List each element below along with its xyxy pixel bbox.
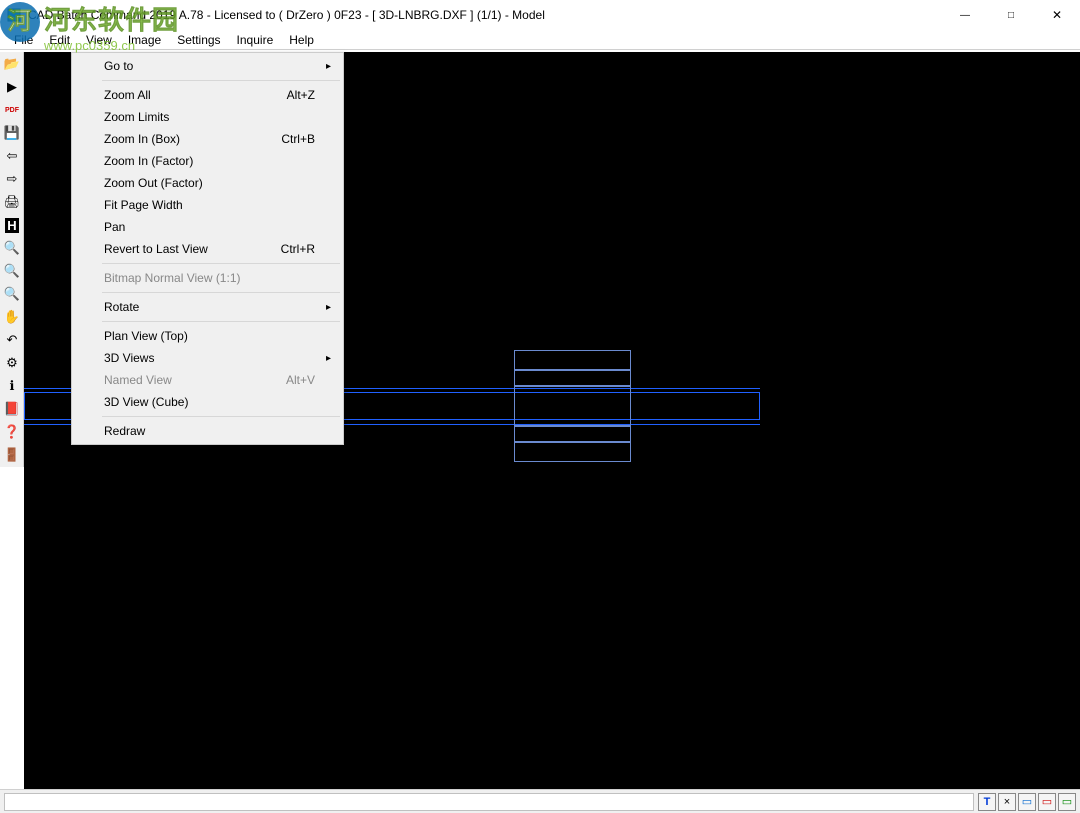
help-book-icon[interactable]: 📕 — [1, 398, 23, 420]
statusbar: T×▭▭▭ — [0, 789, 1080, 813]
save-icon[interactable]: 💾 — [1, 122, 23, 144]
window-1-icon[interactable]: ▭ — [1018, 793, 1036, 811]
menu-item-label: Fit Page Width — [104, 198, 183, 212]
cad-shape — [514, 350, 631, 370]
toolbar-left: 📂▶PDF💾⇦⇨🖨H🔍🔍🔍✋↶⚙ℹ📕❓🚪 — [0, 52, 24, 467]
menu-item-accelerator: Ctrl+R — [281, 242, 315, 256]
pdf-icon[interactable]: PDF — [1, 99, 23, 121]
window-title: CAD Batch Command 2019 A.78 - Licensed t… — [28, 8, 942, 22]
cad-shape — [514, 426, 631, 442]
menu-item-rotate[interactable]: Rotate ▸ — [74, 296, 341, 318]
menu-item-label: Go to — [104, 59, 133, 73]
menu-item-label: Revert to Last View — [104, 242, 208, 256]
menu-file[interactable]: File — [6, 31, 41, 49]
menu-item-label: Redraw — [104, 424, 145, 438]
menu-item-fit-page-width[interactable]: Fit Page Width — [74, 194, 341, 216]
menu-item-go-to[interactable]: Go to ▸ — [74, 55, 341, 77]
menu-item-label: Named View — [104, 373, 172, 387]
menu-separator — [102, 416, 340, 417]
menu-item-bitmap-normal-view-1-1-: Bitmap Normal View (1:1) — [74, 267, 341, 289]
menu-separator — [102, 321, 340, 322]
menu-item-label: Plan View (Top) — [104, 329, 188, 343]
menu-view[interactable]: View — [78, 31, 120, 49]
run-icon[interactable]: ▶ — [1, 76, 23, 98]
cad-shape — [514, 442, 631, 462]
info-icon[interactable]: ℹ — [1, 375, 23, 397]
arrow-right-icon[interactable]: ⇨ — [1, 168, 23, 190]
titlebar: CAD Batch Command 2019 A.78 - Licensed t… — [0, 0, 1080, 30]
minimize-button[interactable]: — — [942, 0, 988, 30]
menu-item-zoom-limits[interactable]: Zoom Limits — [74, 106, 341, 128]
status-text-field — [4, 793, 974, 811]
print-icon[interactable]: 🖨 — [1, 191, 23, 213]
menu-help[interactable]: Help — [281, 31, 322, 49]
cad-shape — [514, 386, 631, 426]
menu-item-label: 3D View (Cube) — [104, 395, 188, 409]
menu-separator — [102, 292, 340, 293]
submenu-arrow-icon: ▸ — [326, 302, 331, 313]
undo-icon[interactable]: ↶ — [1, 329, 23, 351]
zoom-all-icon[interactable]: 🔍 — [1, 237, 23, 259]
menu-item-label: Pan — [104, 220, 125, 234]
submenu-arrow-icon: ▸ — [326, 353, 331, 364]
window-2-icon[interactable]: ▭ — [1038, 793, 1056, 811]
menu-item-pan[interactable]: Pan — [74, 216, 341, 238]
zoom-out-icon[interactable]: 🔍 — [1, 283, 23, 305]
settings-icon[interactable]: ⚙ — [1, 352, 23, 374]
menu-item-3d-views[interactable]: 3D Views ▸ — [74, 347, 341, 369]
menu-image[interactable]: Image — [120, 31, 169, 49]
menu-item-label: Bitmap Normal View (1:1) — [104, 271, 241, 285]
menu-item-accelerator: Alt+V — [286, 373, 315, 387]
status-right-buttons: T×▭▭▭ — [978, 793, 1080, 811]
menu-item-label: Zoom Limits — [104, 110, 169, 124]
close-button[interactable]: ✕ — [1034, 0, 1080, 30]
menu-item-redraw[interactable]: Redraw — [74, 420, 341, 442]
menu-item-label: Zoom All — [104, 88, 151, 102]
question-icon[interactable]: ❓ — [1, 421, 23, 443]
menu-item-zoom-in-box-[interactable]: Zoom In (Box) Ctrl+B — [74, 128, 341, 150]
text-mode-icon[interactable]: T — [978, 793, 996, 811]
window-controls: — □ ✕ — [942, 0, 1080, 30]
menu-item-label: Rotate — [104, 300, 139, 314]
menubar: File Edit View Image Settings Inquire He… — [0, 30, 1080, 50]
menu-item-accelerator: Ctrl+B — [281, 132, 315, 146]
maximize-button[interactable]: □ — [988, 0, 1034, 30]
view-menu-popup: Go to ▸ Zoom All Alt+Z Zoom Limits Zoom In (B… — [71, 52, 344, 445]
menu-item-label: 3D Views — [104, 351, 154, 365]
h-icon[interactable]: H — [1, 214, 23, 236]
menu-item-3d-view-cube-[interactable]: 3D View (Cube) — [74, 391, 341, 413]
menu-item-revert-to-last-view[interactable]: Revert to Last View Ctrl+R — [74, 238, 341, 260]
menu-separator — [102, 263, 340, 264]
menu-item-zoom-out-factor-[interactable]: Zoom Out (Factor) — [74, 172, 341, 194]
submenu-arrow-icon: ▸ — [326, 61, 331, 72]
menu-item-label: Zoom In (Factor) — [104, 154, 193, 168]
menu-item-plan-view-top-[interactable]: Plan View (Top) — [74, 325, 341, 347]
menu-item-label: Zoom Out (Factor) — [104, 176, 203, 190]
menu-item-zoom-in-factor-[interactable]: Zoom In (Factor) — [74, 150, 341, 172]
pan-icon[interactable]: ✋ — [1, 306, 23, 328]
menu-separator — [102, 80, 340, 81]
open-icon[interactable]: 📂 — [1, 53, 23, 75]
menu-item-accelerator: Alt+Z — [287, 88, 315, 102]
close-x-icon[interactable]: × — [998, 793, 1016, 811]
menu-inquire[interactable]: Inquire — [229, 31, 282, 49]
exit-icon[interactable]: 🚪 — [1, 444, 23, 466]
menu-edit[interactable]: Edit — [41, 31, 78, 49]
cad-shape — [514, 370, 631, 386]
menu-item-zoom-all[interactable]: Zoom All Alt+Z — [74, 84, 341, 106]
zoom-in-icon[interactable]: 🔍 — [1, 260, 23, 282]
arrow-left-icon[interactable]: ⇦ — [1, 145, 23, 167]
menu-item-named-view: Named View Alt+V — [74, 369, 341, 391]
window-3-icon[interactable]: ▭ — [1058, 793, 1076, 811]
menu-item-label: Zoom In (Box) — [104, 132, 180, 146]
menu-settings[interactable]: Settings — [169, 31, 228, 49]
app-icon — [6, 7, 22, 23]
